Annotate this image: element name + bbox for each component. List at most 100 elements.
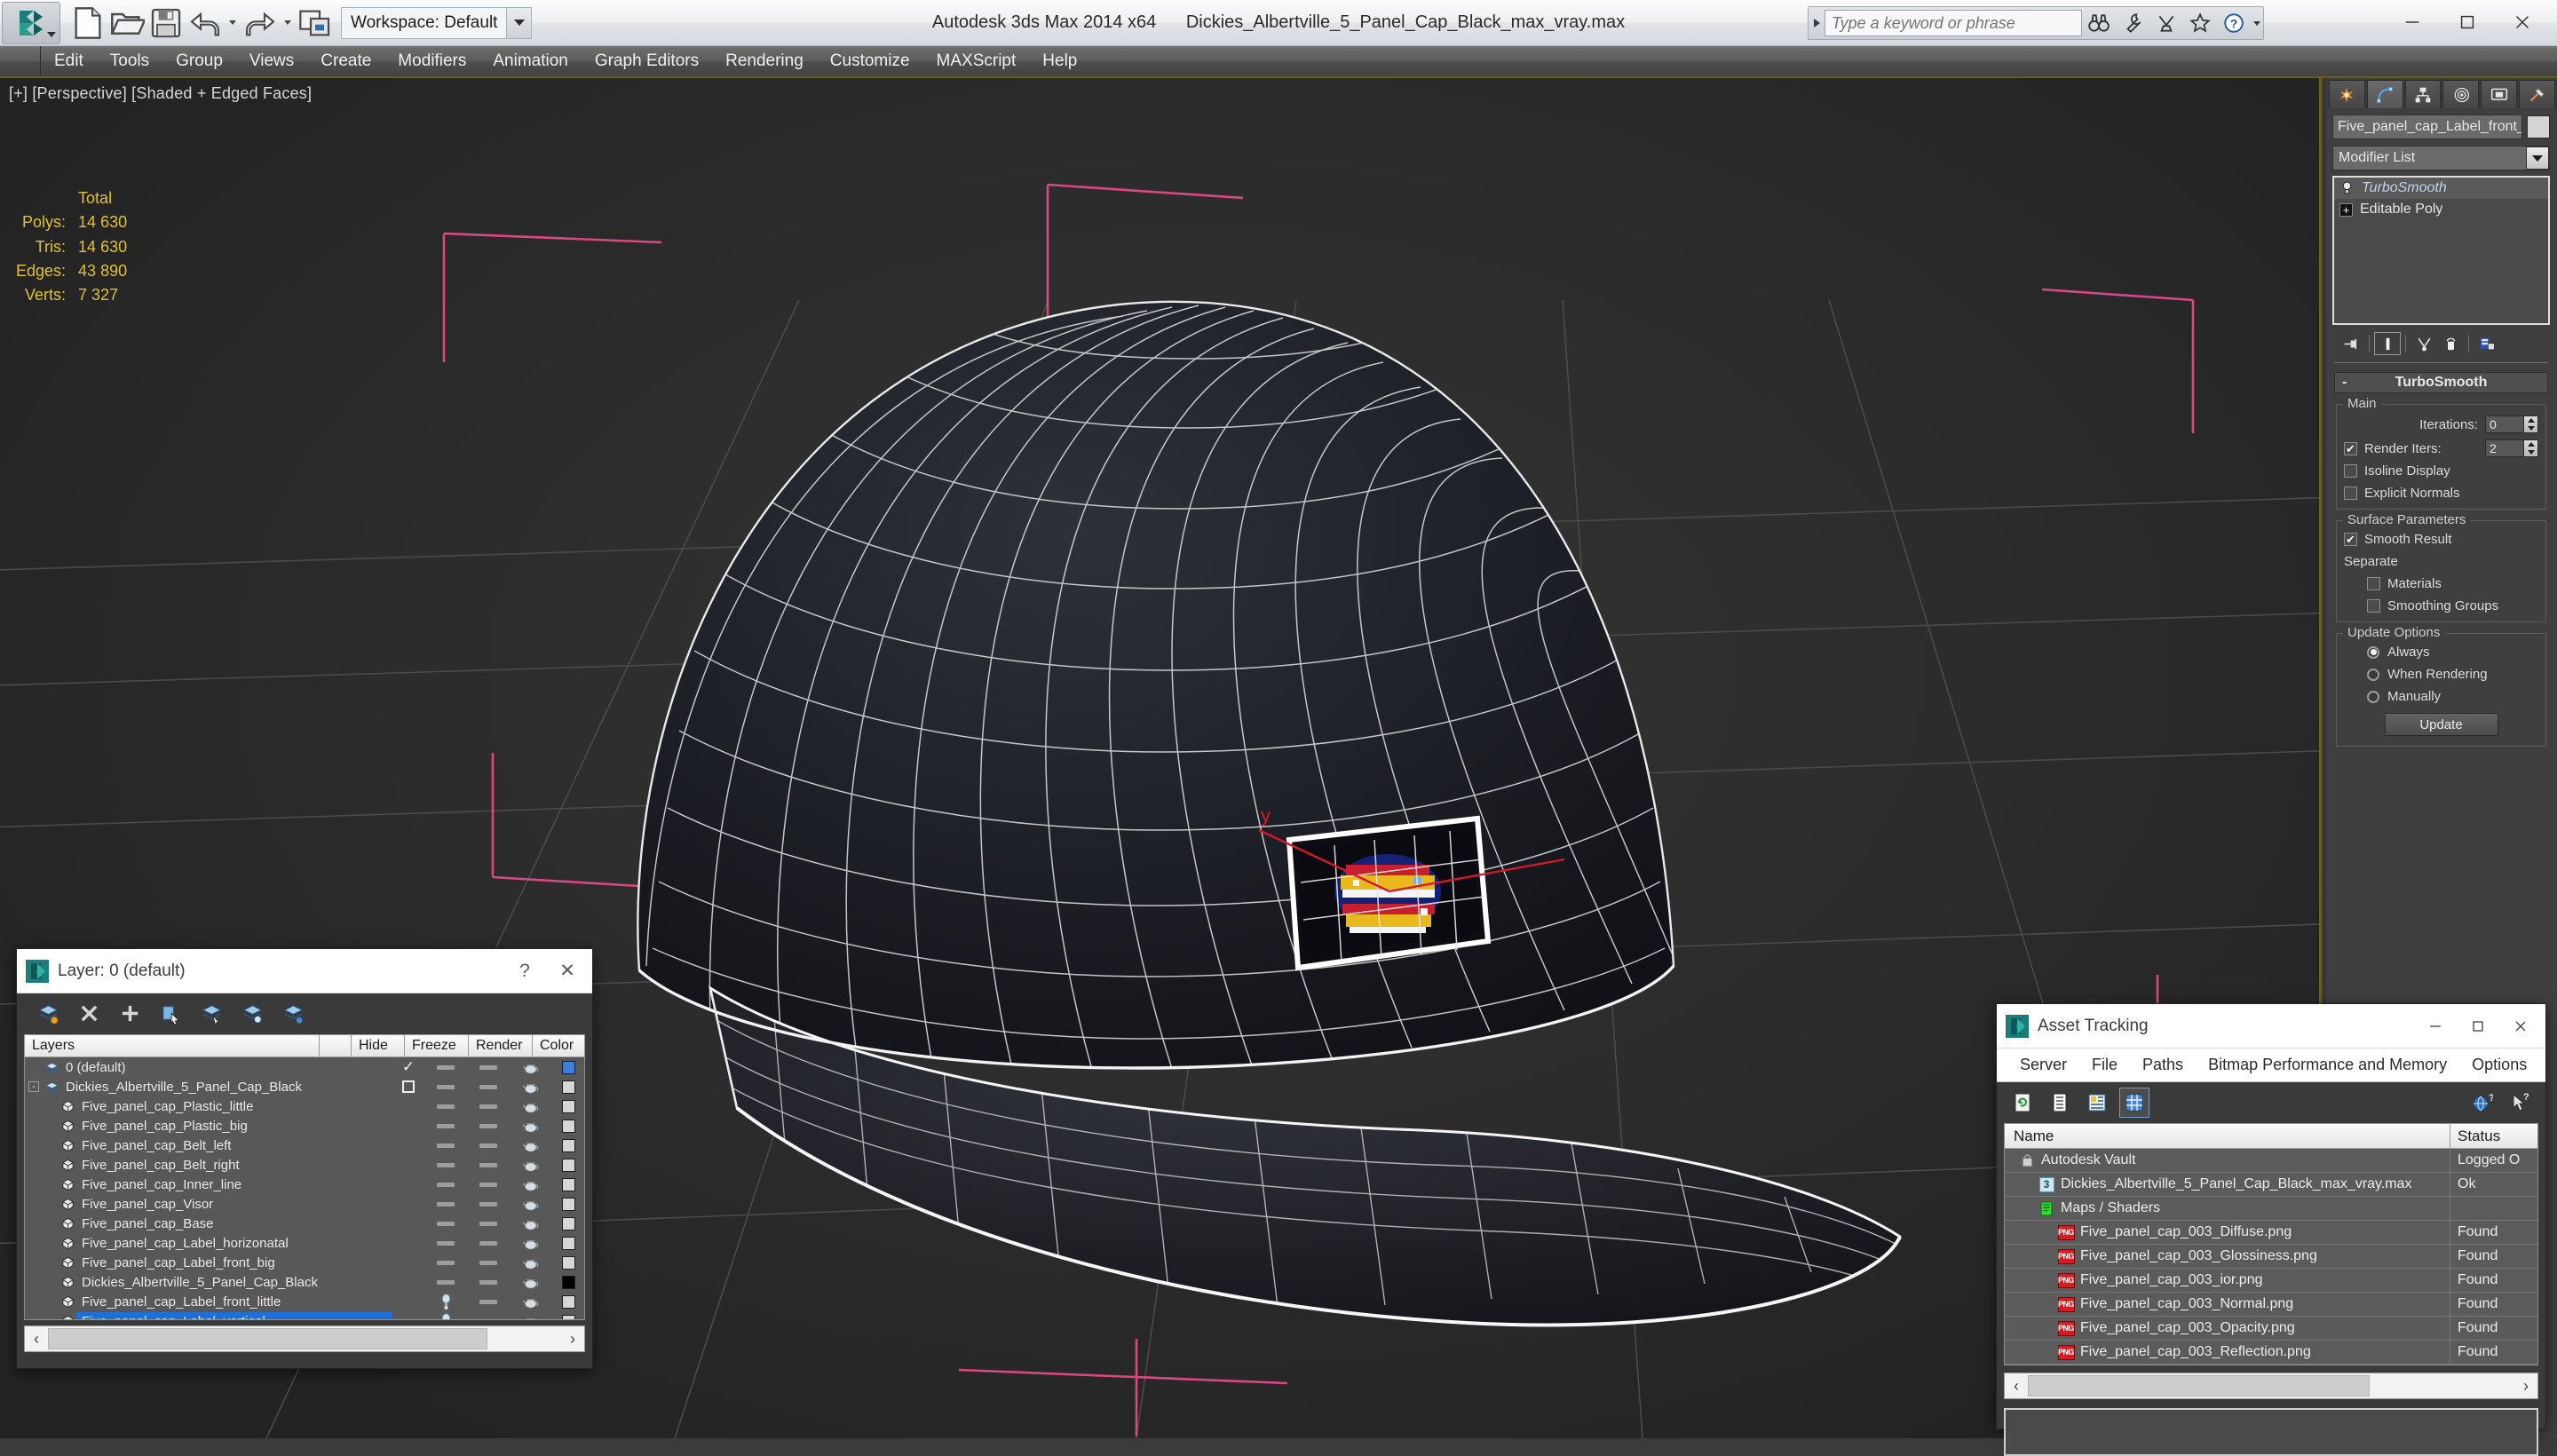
update-manually-row[interactable]: Manually xyxy=(2344,689,2538,704)
layer-row[interactable]: Five_panel_cap_Inner_line xyxy=(25,1175,584,1194)
layer-color-swatch[interactable] xyxy=(561,1236,575,1250)
asset-menu-file[interactable]: File xyxy=(2079,1050,2130,1080)
object-color-swatch[interactable] xyxy=(2527,115,2550,138)
teapot-icon[interactable] xyxy=(522,1276,540,1289)
iterations-value[interactable]: 0 xyxy=(2485,415,2524,433)
menu-item-create[interactable]: Create xyxy=(307,46,384,76)
asset-refresh-button[interactable] xyxy=(2007,1088,2038,1118)
layer-color-cell[interactable] xyxy=(552,1314,584,1319)
layer-render-cell[interactable] xyxy=(510,1315,552,1321)
asset-row[interactable]: PNG Five_panel_cap_003_Opacity.png Found xyxy=(2005,1317,2537,1341)
teapot-icon[interactable] xyxy=(522,1120,540,1133)
layer-color-cell[interactable] xyxy=(552,1236,584,1250)
smooth-result-row[interactable]: Smooth Result xyxy=(2344,532,2538,547)
layer-render-cell[interactable] xyxy=(510,1256,552,1270)
update-always-row[interactable]: Always xyxy=(2344,645,2538,660)
asset-tracking-dialog[interactable]: Asset Tracking Server File Paths Bitmap … xyxy=(1996,1003,2546,1456)
layer-row[interactable]: Five_panel_cap_Plastic_little xyxy=(25,1096,584,1116)
layer-color-cell[interactable] xyxy=(552,1080,584,1094)
layer-freeze-cell[interactable] xyxy=(467,1084,510,1089)
layer-hide-cell[interactable] xyxy=(424,1240,467,1246)
asset-maximize-button[interactable] xyxy=(2457,1006,2499,1047)
teapot-icon[interactable] xyxy=(522,1080,540,1094)
menu-item-views[interactable]: Views xyxy=(236,46,307,76)
layer-row-name[interactable]: Five_panel_cap_Plastic_big xyxy=(76,1117,392,1135)
favorites-button[interactable] xyxy=(2183,7,2217,39)
layer-color-swatch[interactable] xyxy=(561,1255,575,1270)
asset-row-name-cell[interactable]: 3 Dickies_Albertville_5_Panel_Cap_Black_m… xyxy=(2005,1173,2450,1196)
layer-color-cell[interactable] xyxy=(552,1275,584,1289)
render-iters-spinner[interactable]: 2 xyxy=(2485,439,2538,457)
layer-color-cell[interactable] xyxy=(552,1158,584,1172)
layer-hide-cell[interactable] xyxy=(424,1104,467,1109)
search-button[interactable] xyxy=(2082,7,2116,39)
scroll-thumb[interactable] xyxy=(48,1328,487,1349)
layer-row[interactable]: - Dickies_Albertville_5_Panel_Cap_Black xyxy=(25,1077,584,1096)
delete-layer-button[interactable] xyxy=(70,996,107,1030)
update-always-radio[interactable] xyxy=(2367,645,2379,659)
configure-modifier-sets-button[interactable] xyxy=(2474,332,2500,355)
layer-hide-cell[interactable] xyxy=(424,1312,467,1321)
layer-render-cell[interactable] xyxy=(510,1080,552,1094)
menu-item-customize[interactable]: Customize xyxy=(817,46,923,76)
explicit-normals-checkbox[interactable] xyxy=(2344,487,2357,500)
smoothing-groups-checkbox[interactable] xyxy=(2367,599,2380,613)
update-when-rendering-row[interactable]: When Rendering xyxy=(2344,667,2538,682)
menu-item-animation[interactable]: Animation xyxy=(479,46,582,76)
layer-render-cell[interactable] xyxy=(510,1276,552,1289)
help-dropdown-button[interactable] xyxy=(2251,7,2263,39)
asset-row[interactable]: PNG Five_panel_cap_003_Normal.png Found xyxy=(2005,1293,2537,1317)
asset-help-globe-button[interactable]: ? xyxy=(2467,1088,2498,1118)
asset-row[interactable]: Maps / Shaders xyxy=(2005,1197,2537,1221)
update-manually-radio[interactable] xyxy=(2367,690,2379,703)
layer-render-cell[interactable] xyxy=(510,1237,552,1250)
layer-freeze-cell[interactable] xyxy=(467,1104,510,1109)
layer-color-swatch[interactable] xyxy=(561,1080,575,1094)
column-color[interactable]: Color xyxy=(533,1035,584,1056)
teapot-icon[interactable] xyxy=(522,1217,540,1230)
select-highlighted-objects-button[interactable] xyxy=(193,996,230,1030)
layer-row-name[interactable]: Dickies_Albertville_5_Panel_Cap_Black xyxy=(76,1273,392,1291)
layer-row[interactable]: Five_panel_cap_Label_front_big xyxy=(25,1253,584,1272)
redo-button[interactable] xyxy=(241,5,279,41)
layer-color-cell[interactable] xyxy=(552,1216,584,1230)
layer-render-cell[interactable] xyxy=(510,1217,552,1230)
layer-row-name[interactable]: Five_panel_cap_Label_vertical xyxy=(76,1312,392,1319)
layer-freeze-cell[interactable] xyxy=(467,1221,510,1226)
asset-row-name-cell[interactable]: PNG Five_panel_cap_003_Diffuse.png xyxy=(2005,1221,2450,1244)
layer-color-swatch[interactable] xyxy=(561,1060,575,1074)
teapot-icon[interactable] xyxy=(522,1315,540,1321)
create-tab[interactable] xyxy=(2329,80,2365,108)
column-hide[interactable]: Hide xyxy=(352,1035,405,1056)
asset-row-name-cell[interactable]: PNG Five_panel_cap_003_Opacity.png xyxy=(2005,1317,2450,1340)
layer-color-swatch[interactable] xyxy=(561,1275,575,1289)
pin-stack-button[interactable] xyxy=(2338,332,2364,355)
motion-tab[interactable] xyxy=(2442,80,2480,108)
menu-item-group[interactable]: Group xyxy=(162,46,236,76)
layer-row[interactable]: Five_panel_cap_Base xyxy=(25,1214,584,1233)
teapot-icon[interactable] xyxy=(522,1100,540,1113)
layer-hide-cell[interactable] xyxy=(424,1201,467,1207)
layer-row-name[interactable]: 0 (default) xyxy=(60,1058,392,1076)
asset-column-status[interactable]: Status xyxy=(2450,1124,2537,1148)
layer-hide-cell[interactable] xyxy=(424,1064,467,1070)
create-new-layer-button[interactable] xyxy=(29,996,67,1030)
asset-table[interactable]: Name Status Autodesk Vault Logged O 3 Dicki… xyxy=(2004,1123,2538,1365)
layer-row-name[interactable]: Five_panel_cap_Label_horizonatal xyxy=(76,1234,392,1252)
layer-row-name[interactable]: Dickies_Albertville_5_Panel_Cap_Black xyxy=(60,1078,392,1096)
layer-freeze-cell[interactable] xyxy=(467,1182,510,1187)
minimize-button[interactable] xyxy=(2385,0,2440,44)
stack-item-editable-poly[interactable]: + Editable Poly xyxy=(2334,199,2548,220)
layer-color-cell[interactable] xyxy=(552,1060,584,1074)
modifier-stack[interactable]: TurboSmooth + Editable Poly xyxy=(2332,176,2550,325)
isoline-display-checkbox[interactable] xyxy=(2344,464,2357,478)
scroll-left-button[interactable]: ‹ xyxy=(2005,1373,2028,1398)
asset-horizontal-scrollbar[interactable]: ‹ › xyxy=(2004,1373,2538,1399)
update-when-rendering-radio[interactable] xyxy=(2367,668,2379,681)
teapot-icon[interactable] xyxy=(522,1061,540,1074)
save-file-button[interactable] xyxy=(147,5,185,41)
lightbulb-icon[interactable] xyxy=(441,1312,451,1321)
layer-hide-cell[interactable] xyxy=(424,1279,467,1285)
layer-row[interactable]: Dickies_Albertville_5_Panel_Cap_Black xyxy=(25,1272,584,1292)
asset-menu-options[interactable]: Options xyxy=(2459,1050,2539,1080)
